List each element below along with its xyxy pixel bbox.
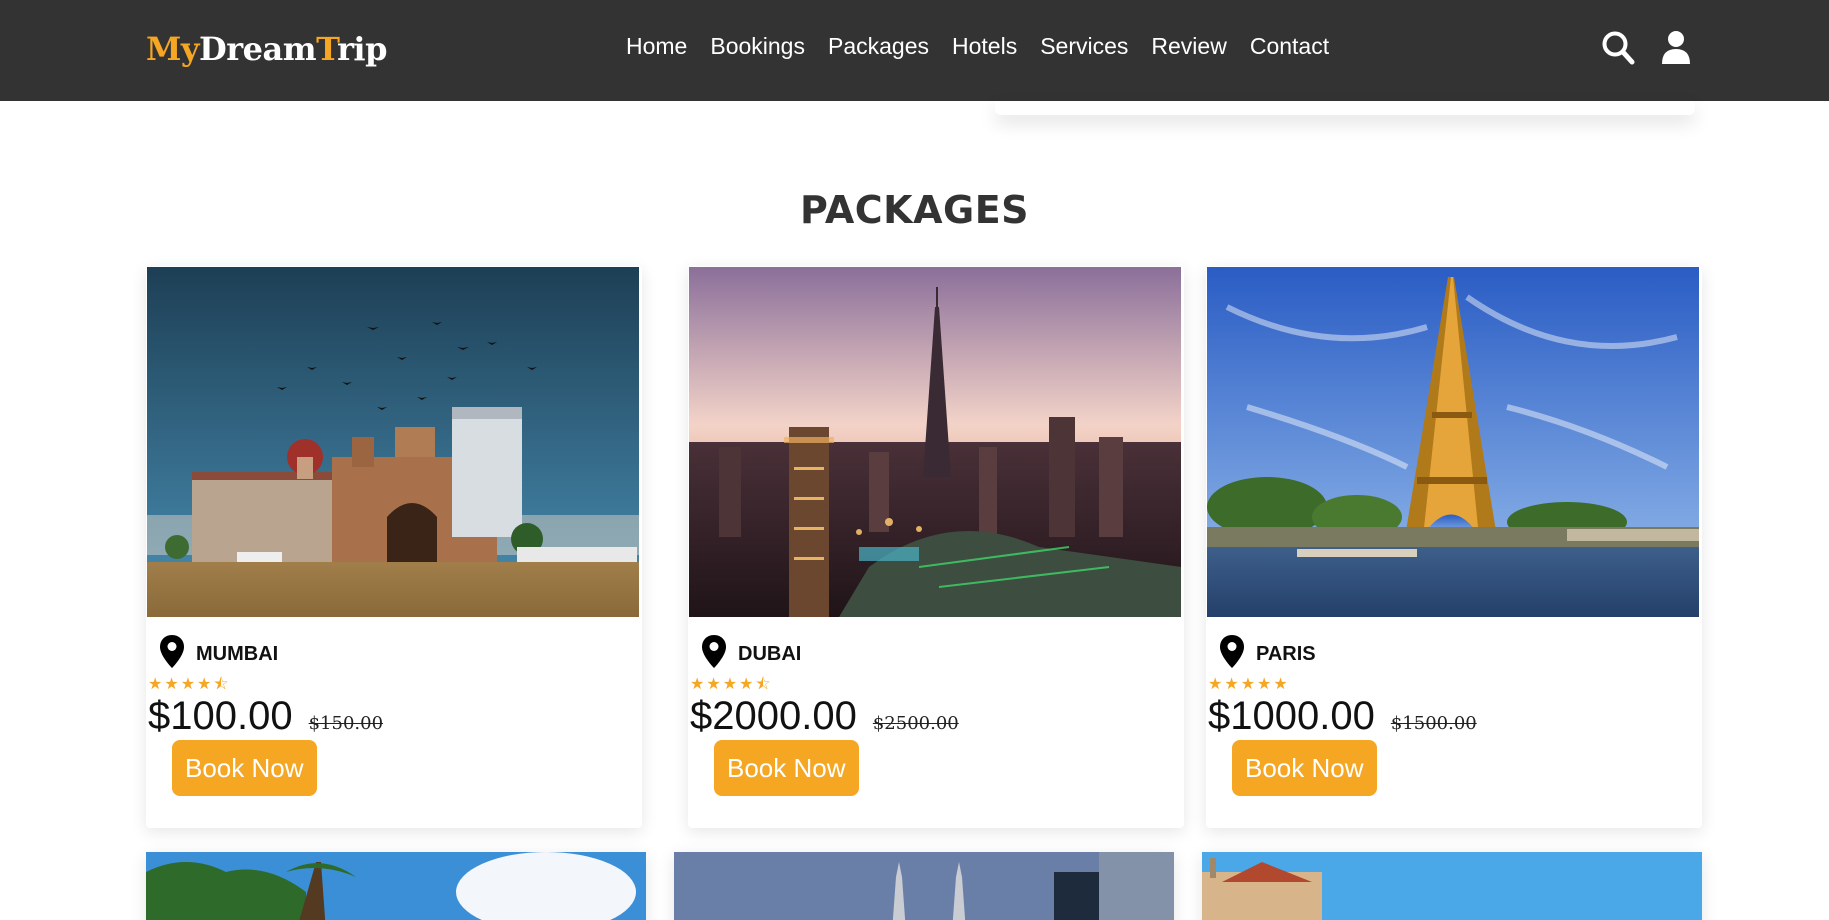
star-icon: ★ xyxy=(148,676,163,693)
star-icon: ★ xyxy=(690,676,705,693)
price: $2000.00 $2500.00 xyxy=(690,694,959,739)
old-price: $1500.00 xyxy=(1390,713,1477,734)
logo-part: Dream xyxy=(199,30,317,68)
nav-hotels[interactable]: Hotels xyxy=(952,33,1017,60)
city-name: PARIS xyxy=(1256,643,1316,665)
star-rating: ★ ★ ★ ★ ⯪ xyxy=(148,677,229,693)
book-now-button[interactable]: Book Now xyxy=(172,740,317,796)
main-nav: Home Bookings Packages Hotels Services R… xyxy=(626,33,1329,60)
star-rating: ★ ★ ★ ★ ★ xyxy=(1208,677,1288,693)
logo-part: rip xyxy=(337,30,387,68)
star-half-icon: ⯪ xyxy=(755,676,771,693)
user-icon[interactable] xyxy=(1659,30,1693,66)
book-now-button[interactable]: Book Now xyxy=(714,740,859,796)
package-image-mumbai xyxy=(147,267,639,617)
dropdown-shadow xyxy=(995,101,1695,115)
nav-home[interactable]: Home xyxy=(626,33,687,60)
star-half-icon: ⯪ xyxy=(213,676,229,693)
current-price: $100.00 xyxy=(148,694,293,738)
logo[interactable]: MyDreamTrip xyxy=(146,30,387,68)
package-card-dubai: DUBAI ★ ★ ★ ★ ⯪ $2000.00 $2500.00 Book Now xyxy=(688,266,1184,828)
nav-packages[interactable]: Packages xyxy=(828,33,929,60)
nav-contact[interactable]: Contact xyxy=(1250,33,1329,60)
package-card-paris: PARIS ★ ★ ★ ★ ★ $1000.00 $1500.00 Book Now xyxy=(1206,266,1702,828)
star-rating: ★ ★ ★ ★ ⯪ xyxy=(690,677,771,693)
search-icon[interactable] xyxy=(1601,30,1635,66)
book-now-button[interactable]: Book Now xyxy=(1232,740,1377,796)
star-icon: ★ xyxy=(1208,676,1223,693)
location: MUMBAI xyxy=(160,635,278,668)
package-image-partial xyxy=(146,852,646,920)
location: DUBAI xyxy=(702,635,801,668)
price: $1000.00 $1500.00 xyxy=(1208,694,1477,739)
nav-services[interactable]: Services xyxy=(1040,33,1128,60)
package-image-paris xyxy=(1207,267,1699,617)
star-icon: ★ xyxy=(739,676,754,693)
star-icon: ★ xyxy=(197,676,212,693)
price: $100.00 $150.00 xyxy=(148,694,383,739)
star-icon: ★ xyxy=(1257,676,1272,693)
nav-bookings[interactable]: Bookings xyxy=(710,33,805,60)
old-price: $150.00 xyxy=(308,713,384,734)
site-header: MyDreamTrip Home Bookings Packages Hotel… xyxy=(0,0,1829,101)
star-icon: ★ xyxy=(1273,676,1288,693)
current-price: $2000.00 xyxy=(690,694,857,738)
section-title: PACKAGES xyxy=(799,188,1030,232)
package-image-partial xyxy=(1202,852,1702,920)
nav-review[interactable]: Review xyxy=(1151,33,1226,60)
star-icon: ★ xyxy=(180,676,196,693)
current-price: $1000.00 xyxy=(1208,694,1375,738)
package-card-partial xyxy=(674,852,1174,920)
package-card-mumbai: MUMBAI ★ ★ ★ ★ ⯪ $100.00 $150.00 Book Now xyxy=(146,266,642,828)
map-pin-icon xyxy=(1220,635,1244,668)
star-icon: ★ xyxy=(706,676,721,693)
old-price: $2500.00 xyxy=(872,713,959,734)
package-image-dubai xyxy=(689,267,1181,617)
map-pin-icon xyxy=(160,635,184,668)
package-card-partial xyxy=(1202,852,1702,920)
logo-part: T xyxy=(316,30,338,68)
star-icon: ★ xyxy=(1224,676,1239,693)
star-icon: ★ xyxy=(1240,676,1256,693)
package-card-partial xyxy=(146,852,646,920)
star-icon: ★ xyxy=(722,676,738,693)
map-pin-icon xyxy=(702,635,726,668)
city-name: DUBAI xyxy=(738,643,802,665)
logo-part: My xyxy=(146,30,200,68)
package-image-partial xyxy=(674,852,1174,920)
star-icon: ★ xyxy=(164,676,179,693)
location: PARIS xyxy=(1220,635,1316,668)
city-name: MUMBAI xyxy=(196,643,279,665)
